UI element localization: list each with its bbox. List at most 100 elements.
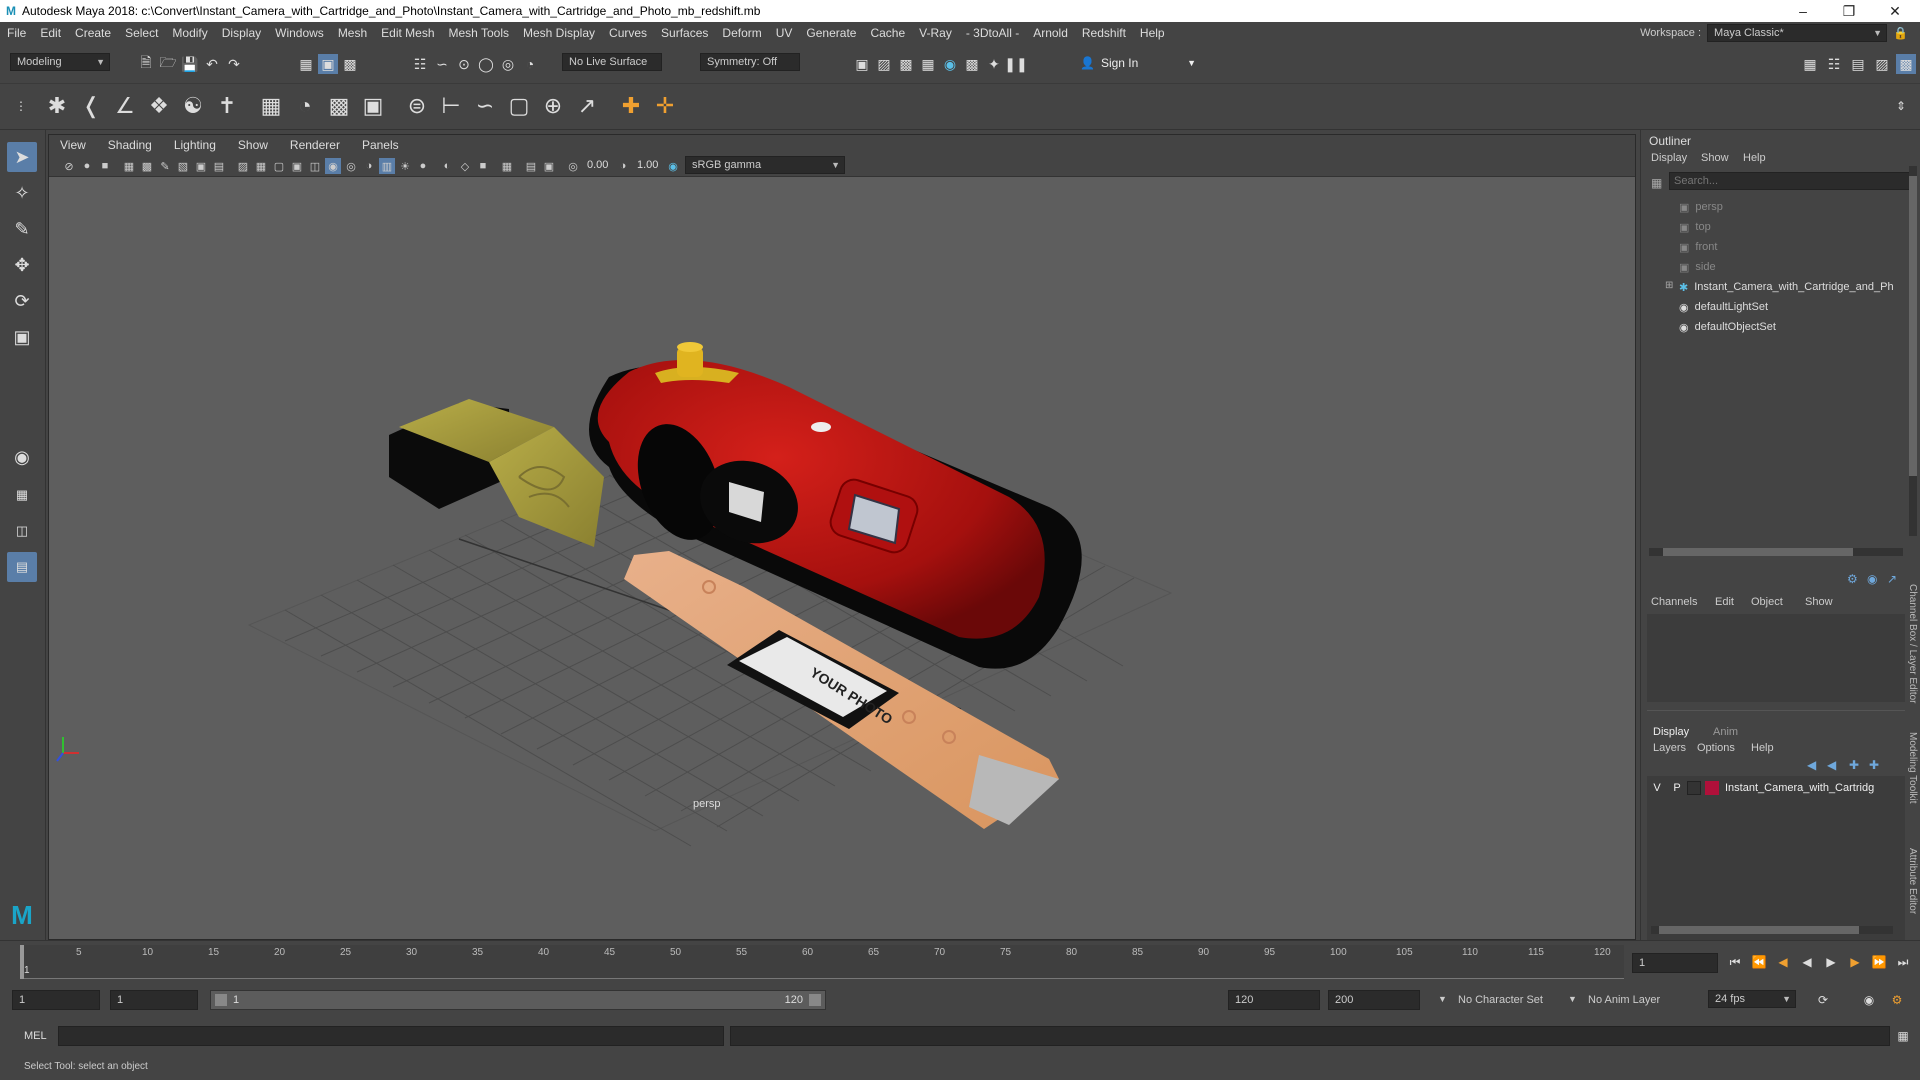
live-surface-field[interactable]: No Live Surface (562, 53, 662, 71)
menu-cache[interactable]: Cache (863, 26, 912, 40)
field-chart-icon[interactable]: ▦ (253, 158, 269, 174)
skin-bind-icon[interactable]: ❖ (144, 90, 174, 122)
smooth-shade-icon[interactable]: ◉ (325, 158, 341, 174)
color-management-icon[interactable]: ◉ (665, 158, 681, 174)
filter-icon[interactable]: ▦ (1651, 176, 1662, 190)
cmd-input[interactable] (58, 1026, 724, 1046)
render-frame-icon[interactable]: ▨ (874, 54, 894, 74)
layer-menu-help[interactable]: Help (1751, 742, 1774, 754)
safe-title-icon[interactable]: ▣ (289, 158, 305, 174)
vp-menu-shading[interactable]: Shading (97, 138, 163, 152)
outliner-menu-show[interactable]: Show (1701, 152, 1729, 164)
cb-menu-object[interactable]: Object (1751, 596, 1783, 608)
constraint-point-icon[interactable]: ⊢ (436, 90, 466, 122)
lock-icon[interactable]: 🔒 (1893, 26, 1908, 40)
step-forward-frame-icon[interactable]: ▶ (1846, 953, 1864, 971)
outliner-h-scrollbar[interactable] (1649, 548, 1903, 556)
layer-color-swatch[interactable] (1705, 781, 1719, 795)
loop-icon[interactable]: ⟳ (1814, 991, 1832, 1009)
ipr-render-icon[interactable]: ▩ (896, 54, 916, 74)
panel-splitter[interactable] (1647, 710, 1905, 722)
menu-edit[interactable]: Edit (33, 26, 68, 40)
lock-channels-icon[interactable]: ✛ (650, 90, 680, 122)
layer-playback-toggle[interactable]: P (1667, 782, 1687, 794)
cb-menu-show[interactable]: Show (1805, 596, 1833, 608)
outliner-layout-icon[interactable]: ▤ (7, 552, 37, 582)
expand-icon[interactable]: ⊞ (1665, 280, 1673, 291)
vp-menu-show[interactable]: Show (227, 138, 279, 152)
chevron-down-icon[interactable]: ▼ (1438, 994, 1447, 1004)
menu-windows[interactable]: Windows (268, 26, 331, 40)
channel-tool-icon[interactable]: ⚙ (1847, 572, 1858, 586)
anti-alias-icon[interactable]: ◇ (457, 158, 473, 174)
menu-redshift[interactable]: Redshift (1075, 26, 1133, 40)
new-layer-icon[interactable]: ✚ (1849, 758, 1859, 772)
vp-menu-panels[interactable]: Panels (351, 138, 410, 152)
select-hierarchy-icon[interactable]: ▦ (296, 54, 316, 74)
select-tool-icon[interactable]: ➤ (7, 142, 37, 172)
gamma-icon[interactable]: ◑ (615, 158, 631, 174)
sign-in-button[interactable]: 👤 Sign In ▼ (1080, 53, 1196, 73)
menu-mesh-tools[interactable]: Mesh Tools (442, 26, 516, 40)
snap-curve-icon[interactable]: ∽ (432, 54, 452, 74)
humanik-icon[interactable]: ☯ (178, 90, 208, 122)
character-set-dropdown[interactable]: No Character Set (1458, 994, 1543, 1006)
maximize-icon[interactable]: ❐ (1826, 0, 1872, 22)
bookmark-icon[interactable]: ■ (97, 158, 113, 174)
snap-grid-icon[interactable]: ☷ (410, 54, 430, 74)
2d-pan-icon[interactable]: ▩ (139, 158, 155, 174)
outliner-menu-display[interactable]: Display (1651, 152, 1687, 164)
step-forward-key-icon[interactable]: ⏩ (1870, 953, 1888, 971)
playback-end-field[interactable]: 120 (1228, 990, 1320, 1010)
vp-menu-view[interactable]: View (49, 138, 97, 152)
play-backwards-icon[interactable]: ◀ (1798, 953, 1816, 971)
outliner-item-persp[interactable]: ▣ persp (1679, 198, 1723, 216)
shadows-icon[interactable]: ☀ (397, 158, 413, 174)
camera-attrib-icon[interactable]: ● (79, 158, 95, 174)
layer-move-down-icon[interactable]: ◀ (1827, 758, 1836, 772)
scene-view[interactable]: YOUR PHOTO persp (49, 177, 1636, 939)
script-editor-icon[interactable]: ▦ (1894, 1027, 1912, 1045)
snap-point-icon[interactable]: ⊙ (454, 54, 474, 74)
menu-help[interactable]: Help (1133, 26, 1172, 40)
animation-start-field[interactable]: 1 (12, 990, 100, 1010)
exposure-icon[interactable]: ▣ (541, 158, 557, 174)
modeling-toolkit-icon[interactable]: ▦ (1800, 54, 1820, 74)
grid-toggle-icon[interactable]: ▧ (175, 158, 191, 174)
go-to-start-icon[interactable]: ⏮ (1726, 953, 1744, 971)
quick-rig-icon[interactable]: ✝ (212, 90, 242, 122)
close-icon[interactable]: ✕ (1872, 0, 1918, 22)
cb-menu-channels[interactable]: Channels (1651, 596, 1697, 608)
auto-key-icon[interactable]: ◉ (1860, 991, 1878, 1009)
menu-mesh[interactable]: Mesh (331, 26, 374, 40)
smooth-skin-icon[interactable]: ◔ (290, 90, 320, 122)
outliner-v-scroll-thumb[interactable] (1909, 176, 1917, 476)
constraint-aim-icon[interactable]: ⊕ (538, 90, 568, 122)
hud-icon[interactable]: ▤ (523, 158, 539, 174)
outliner-item-default-light-set[interactable]: ◉ defaultLightSet (1679, 298, 1768, 316)
exposure-value[interactable]: 0.00 (587, 159, 608, 171)
image-plane-icon[interactable]: ▦ (121, 158, 137, 174)
mode-dropdown[interactable]: Modeling ▼ (10, 53, 110, 71)
safe-action-icon[interactable]: ▢ (271, 158, 287, 174)
play-forwards-icon[interactable]: ▶ (1822, 953, 1840, 971)
side-tab-modeling-toolkit[interactable]: Modeling Toolkit (1907, 732, 1918, 804)
instant-camera[interactable] (589, 342, 1082, 669)
menu-generate[interactable]: Generate (799, 26, 863, 40)
outliner-toggle-icon[interactable]: ▩ (1896, 54, 1916, 74)
xray-icon[interactable]: ▥ (379, 158, 395, 174)
redo-icon[interactable]: ↷ (224, 54, 244, 74)
paint-weights-icon[interactable]: ▦ (256, 90, 286, 122)
isolate-select-icon[interactable]: ▦ (499, 158, 515, 174)
layer-move-up-icon[interactable]: ◀ (1807, 758, 1816, 772)
cmd-language-label[interactable]: MEL (24, 1030, 47, 1042)
use-lights-icon[interactable]: ◑ (361, 158, 377, 174)
light-editor-icon[interactable]: ✦ (984, 54, 1004, 74)
time-slider[interactable]: 1 5 10 15 20 25 30 35 40 45 50 55 60 65 … (0, 940, 1920, 982)
minimize-icon[interactable]: – (1780, 0, 1826, 22)
constraint-parent-icon[interactable]: ⊜ (402, 90, 432, 122)
viewport-panel[interactable]: View Shading Lighting Show Renderer Pane… (48, 134, 1636, 940)
range-end-handle[interactable] (809, 994, 821, 1006)
menu-edit-mesh[interactable]: Edit Mesh (374, 26, 441, 40)
outliner-menu-help[interactable]: Help (1743, 152, 1766, 164)
